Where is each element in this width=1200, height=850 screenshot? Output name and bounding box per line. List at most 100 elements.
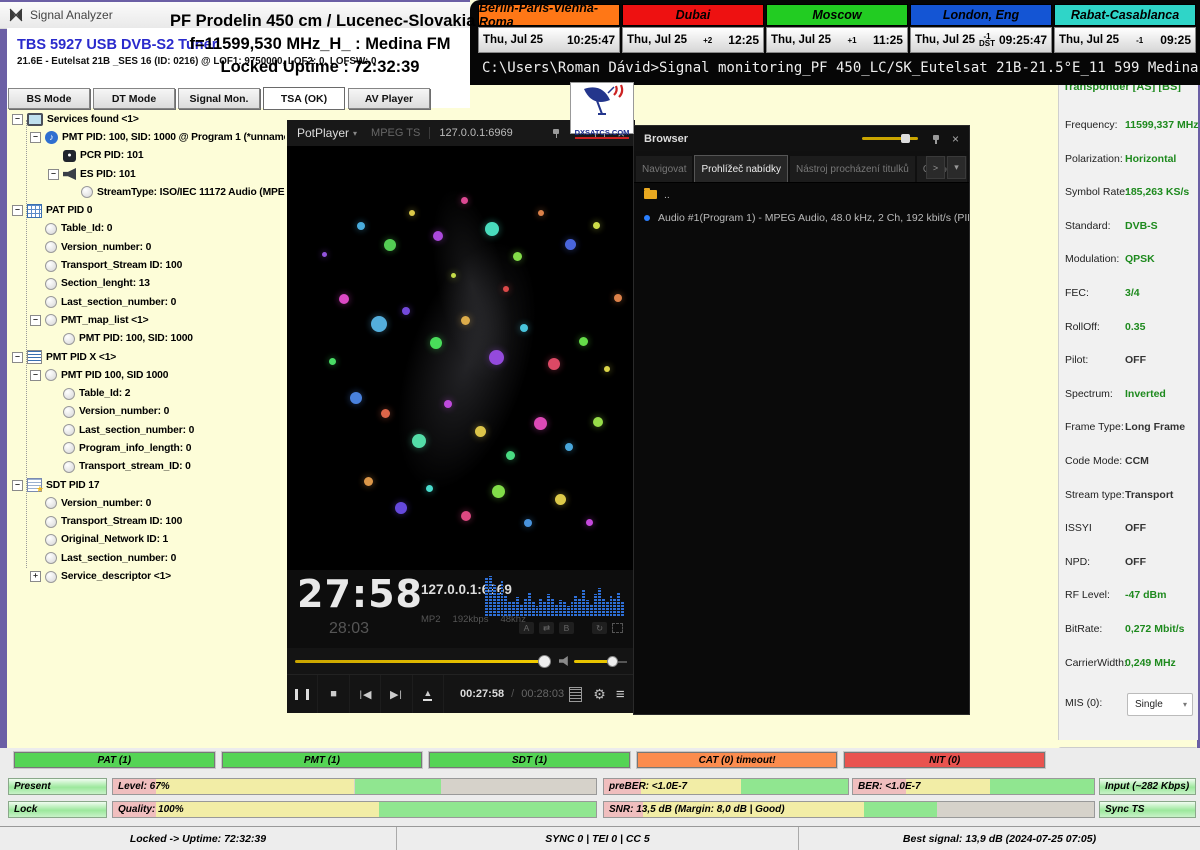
parameter-row: Stream type:Transport xyxy=(1059,489,1198,505)
parameter-label: CarrierWidth: xyxy=(1065,657,1127,669)
bokeh-dot xyxy=(579,337,588,346)
slider-thumb[interactable] xyxy=(901,134,910,143)
tree-item[interactable]: −PAT PID 0 xyxy=(8,201,285,219)
swap-icon[interactable]: ⇄ xyxy=(539,622,554,634)
parameter-row: Symbol Rate:185,263 KS/s xyxy=(1059,186,1198,202)
seek-bar[interactable] xyxy=(295,660,545,663)
eq-bar xyxy=(520,605,523,616)
pause-button[interactable] xyxy=(287,675,318,713)
menu-button[interactable]: ≡ xyxy=(611,675,635,713)
previous-icon: ◀ xyxy=(363,688,371,701)
list-icon xyxy=(27,350,42,364)
tree-item[interactable]: −PMT PID 100, SID 1000 xyxy=(8,366,285,384)
tree-item[interactable]: −PMT PID X <1> xyxy=(8,348,285,366)
parameter-value: -47 dBm xyxy=(1125,589,1166,601)
video-visualization-area[interactable] xyxy=(287,146,635,570)
mode-button-dt-mode[interactable]: DT Mode xyxy=(93,88,175,109)
tree-item[interactable]: −ES PID: 101 xyxy=(8,165,285,183)
collapse-icon[interactable]: − xyxy=(48,169,59,180)
pin-icon[interactable] xyxy=(932,135,940,143)
repeat-a-button[interactable]: A xyxy=(519,622,534,634)
volume-thumb[interactable] xyxy=(607,656,618,667)
tree-item[interactable]: Version_number: 0 xyxy=(8,494,285,512)
repeat-b-button[interactable]: B xyxy=(559,622,574,634)
previous-button[interactable]: |◀ xyxy=(350,675,381,713)
mode-button-av-player[interactable]: AV Player xyxy=(348,88,430,109)
tree-item[interactable]: Program_info_length: 0 xyxy=(8,439,285,457)
tree-item[interactable]: Last_section_number: 0 xyxy=(8,293,285,311)
tree-item[interactable]: Version_number: 0 xyxy=(8,238,285,256)
tab-list-button[interactable]: ▾ xyxy=(947,156,966,179)
tree-item[interactable]: Transport_stream_ID: 0 xyxy=(8,458,285,476)
tree-item[interactable]: Version_number: 0 xyxy=(8,403,285,421)
tab-prohl-e-nab-dky[interactable]: Prohlížeč nabídky xyxy=(694,155,788,182)
parameter-value: OFF xyxy=(1125,556,1146,568)
mis-select[interactable]: Single ▾ xyxy=(1127,693,1193,716)
browser-slider[interactable] xyxy=(862,137,918,140)
seek-thumb[interactable] xyxy=(538,655,551,668)
eq-bar xyxy=(516,597,519,616)
chevron-down-icon[interactable]: ▾ xyxy=(353,129,357,138)
collapse-icon[interactable]: − xyxy=(12,114,23,125)
mode-button-signal-mon[interactable]: Signal Mon. xyxy=(178,88,260,109)
tree-item[interactable]: Table_Id: 0 xyxy=(8,220,285,238)
collapse-icon[interactable]: − xyxy=(12,205,23,216)
collapse-icon[interactable]: − xyxy=(12,352,23,363)
tree-item[interactable]: PMT PID: 100, SID: 1000 xyxy=(8,330,285,348)
tree-item[interactable]: Last_section_number: 0 xyxy=(8,421,285,439)
bar-segment xyxy=(156,802,378,817)
elapsed-time-large: 27:58 xyxy=(297,572,423,616)
clock-city-label: London, Eng xyxy=(910,4,1052,26)
tree-item[interactable]: −♪PMT PID: 100, SID: 1000 @ Program 1 (*… xyxy=(8,128,285,146)
pin-icon[interactable] xyxy=(552,129,560,137)
tab-n-stroj-proch-zen-titulk[interactable]: Nástroj procházení titulků xyxy=(790,156,915,182)
clock-time-row: Thu, Jul 25+212:25 xyxy=(622,27,764,53)
tree-item[interactable]: +Service_descriptor <1> xyxy=(8,567,285,585)
eq-bar xyxy=(524,598,527,616)
parameter-value: 0,272 Mbit/s xyxy=(1125,623,1185,635)
player-app-name[interactable]: PotPlayer xyxy=(297,126,349,140)
mode-button-tsa-ok[interactable]: TSA (OK) xyxy=(263,87,345,110)
tab-navigovat[interactable]: Navigovat xyxy=(636,156,692,182)
tree-item[interactable]: −★SDT PID 17 xyxy=(8,476,285,494)
tree-item[interactable]: Table_Id: 2 xyxy=(8,384,285,402)
tree-item[interactable]: Original_Network ID: 1 xyxy=(8,531,285,549)
dot-icon xyxy=(45,278,57,290)
stop-button[interactable]: ■ xyxy=(318,675,349,713)
eject-button[interactable]: ▲ xyxy=(413,675,444,713)
playlist-button[interactable] xyxy=(564,675,588,713)
tree-item[interactable]: Last_section_number: 0 xyxy=(8,549,285,567)
bokeh-dot xyxy=(461,197,468,204)
expand-icon[interactable]: + xyxy=(30,571,41,582)
fullscreen-icon[interactable] xyxy=(612,623,623,633)
parameter-value: Transport xyxy=(1125,489,1173,501)
tab-scroll-right-button[interactable]: > xyxy=(926,156,945,179)
volume-bar[interactable] xyxy=(574,660,611,663)
collapse-icon[interactable]: − xyxy=(30,132,41,143)
volume-icon[interactable] xyxy=(559,656,570,666)
browser-titlebar[interactable]: Browser × xyxy=(634,126,969,151)
tree-item[interactable]: Section_lenght: 13 xyxy=(8,275,285,293)
tree-item[interactable]: −Services found <1> xyxy=(8,110,285,128)
tree-item[interactable]: Transport_Stream ID: 100 xyxy=(8,513,285,531)
mode-button-bs-mode[interactable]: BS Mode xyxy=(8,88,90,109)
tree-item[interactable]: −PMT_map_list <1> xyxy=(8,311,285,329)
collapse-icon[interactable]: − xyxy=(12,480,23,491)
tree-item[interactable]: ●PCR PID: 101 xyxy=(8,147,285,165)
close-icon[interactable]: × xyxy=(952,132,959,146)
parameter-label: RF Level: xyxy=(1065,589,1110,601)
table-status-sdt-1: SDT (1) xyxy=(429,752,630,768)
next-button[interactable]: ▶| xyxy=(381,675,412,713)
audio-track-item[interactable]: Audio #1(Program 1) - MPEG Audio, 48.0 k… xyxy=(634,206,969,229)
tree-item[interactable]: StreamType: ISO/IEC 11172 Audio (MPEG-1)… xyxy=(8,183,285,201)
bokeh-dot xyxy=(548,358,560,370)
tree-item[interactable]: Transport_Stream ID: 100 xyxy=(8,256,285,274)
clock-utc-offset: +1 xyxy=(847,37,856,44)
collapse-icon[interactable]: − xyxy=(30,315,41,326)
app-icon xyxy=(9,8,23,22)
loop-icon[interactable]: ↻ xyxy=(592,622,607,634)
collapse-icon[interactable]: − xyxy=(30,370,41,381)
folder-up-item[interactable]: .. xyxy=(634,183,969,206)
dot-icon xyxy=(81,186,93,198)
settings-button[interactable]: ⚙ xyxy=(588,675,612,713)
